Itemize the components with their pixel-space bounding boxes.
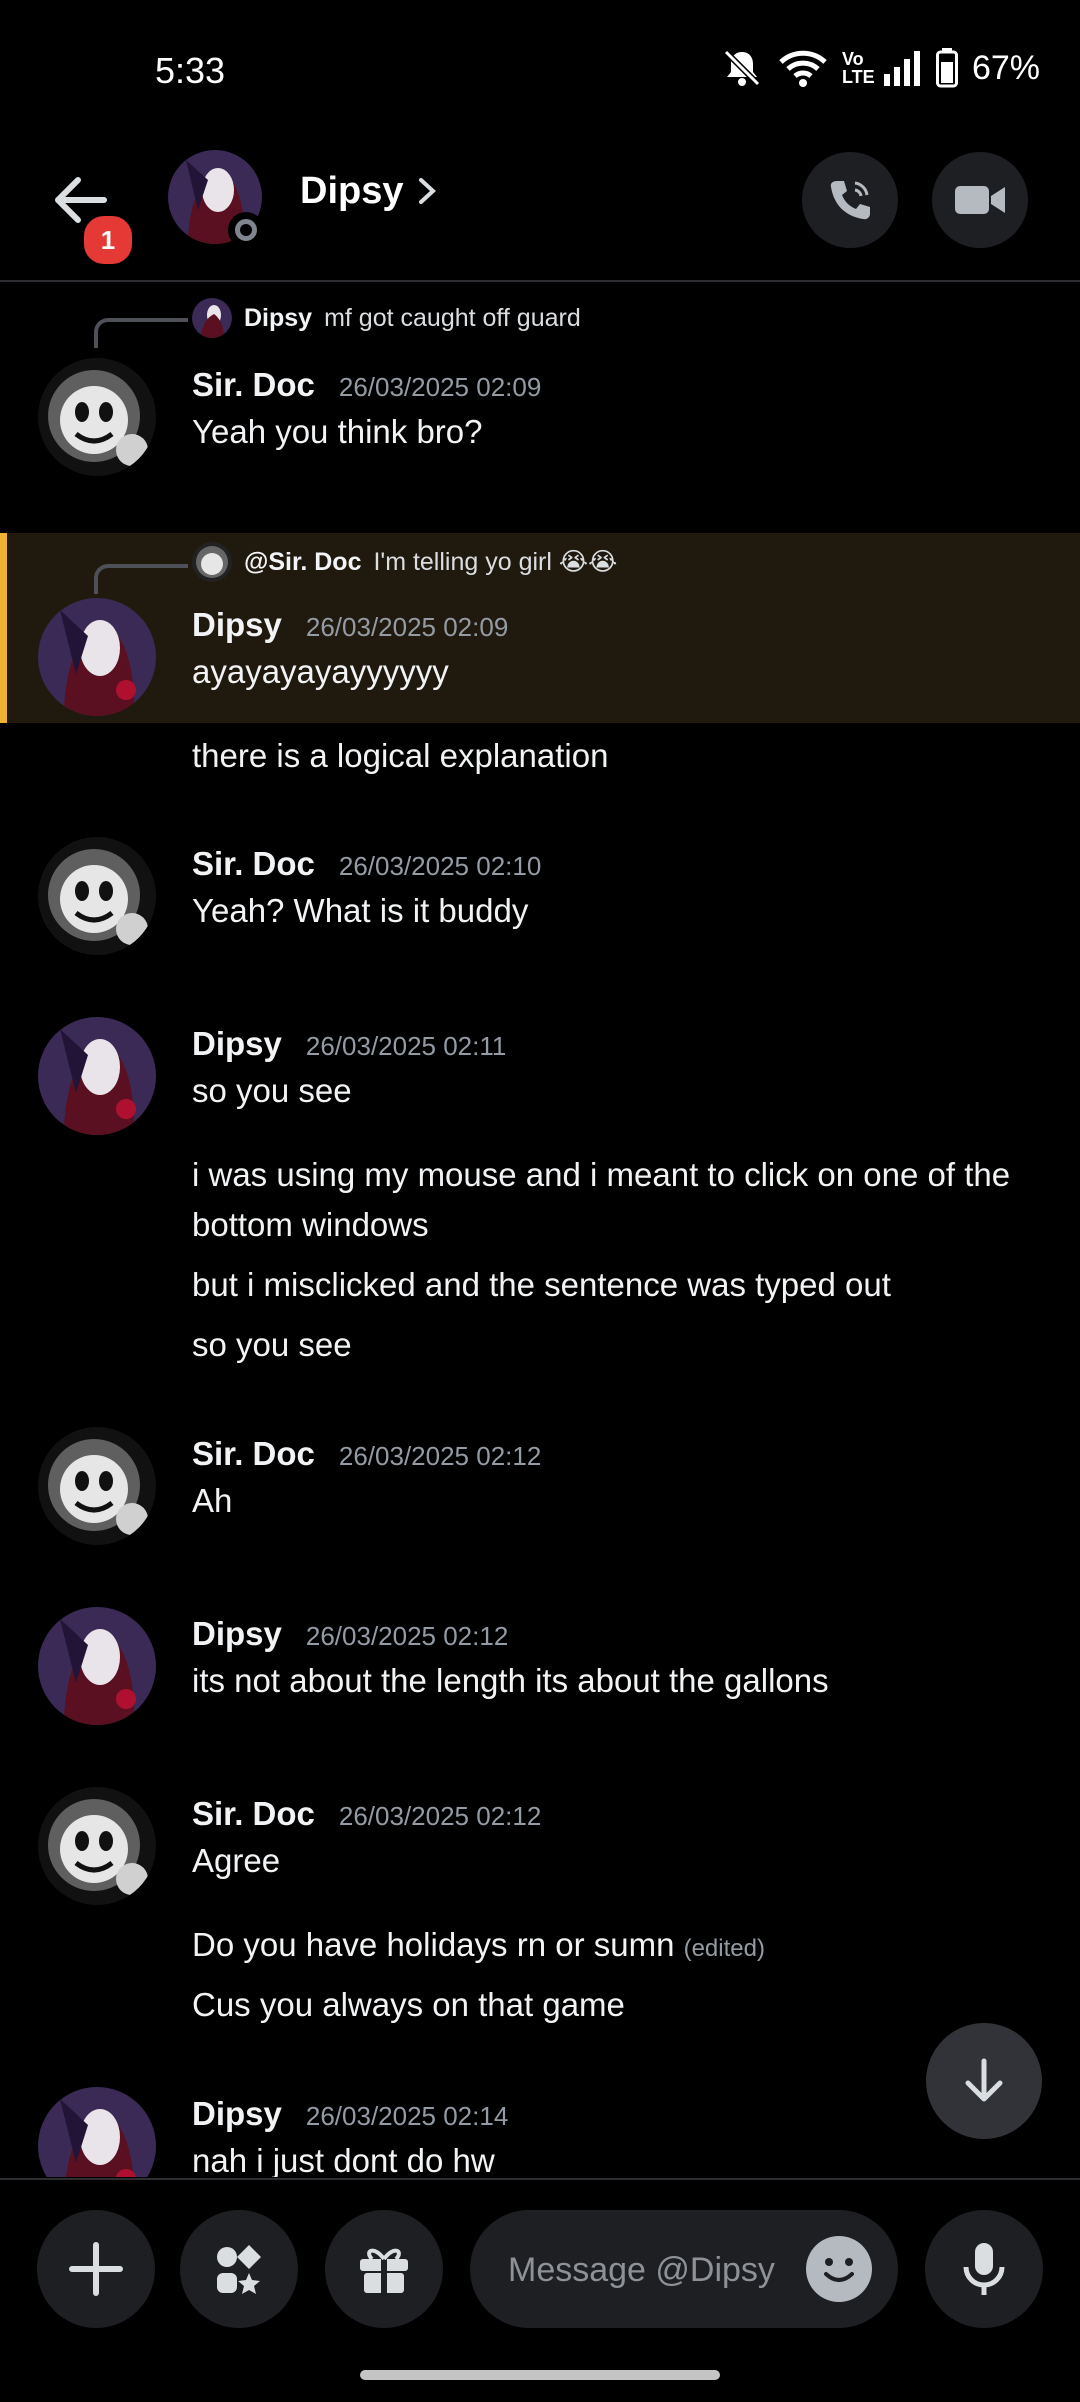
status-indicator xyxy=(228,212,264,248)
message-text: so you see xyxy=(192,1072,352,1109)
battery-percent: 67% xyxy=(971,48,1040,87)
reply-preview[interactable]: Dipsy mf got caught off guard xyxy=(192,298,581,338)
microphone-icon xyxy=(963,2243,1005,2295)
plus-icon xyxy=(69,2242,123,2296)
jump-to-bottom-button[interactable] xyxy=(926,2023,1042,2139)
message-text: i was using my mouse and i meant to clic… xyxy=(192,1156,1011,1243)
message-timestamp: 26/03/2025 02:14 xyxy=(305,2101,509,2131)
message-author[interactable]: Sir. Doc 26/03/2025 02:10 xyxy=(192,845,541,883)
message-text: Yeah you think bro? xyxy=(192,413,483,450)
message-text: Cus you always on that game xyxy=(192,1986,625,2023)
message-timestamp: 26/03/2025 02:11 xyxy=(305,1031,507,1061)
home-indicator[interactable] xyxy=(360,2370,720,2380)
apps-button[interactable] xyxy=(180,2210,298,2328)
message-text: but i misclicked and the sentence was ty… xyxy=(192,1266,891,1303)
message-input[interactable] xyxy=(506,2210,810,2330)
message-timestamp: 26/03/2025 02:10 xyxy=(338,851,542,881)
emoji-button[interactable] xyxy=(806,2236,872,2302)
edited-label: (edited) xyxy=(683,1935,765,1962)
emoji-icon xyxy=(824,2258,854,2282)
dipsy-avatar-image xyxy=(38,1017,156,1135)
reply-text: I'm telling yo girl 😭😭 xyxy=(373,548,618,576)
voice-message-button[interactable] xyxy=(925,2210,1043,2328)
message-author[interactable]: Sir. Doc 26/03/2025 02:12 xyxy=(192,1795,541,1833)
message-author[interactable]: Dipsy 26/03/2025 02:12 xyxy=(192,1615,508,1653)
message-list[interactable]: Dipsy mf got caught off guard Sir. Doc 26… xyxy=(0,282,1080,2177)
avatar[interactable] xyxy=(38,837,156,955)
reply-author: Dipsy xyxy=(244,303,313,332)
message-text: Yeah? What is it buddy xyxy=(192,892,529,929)
dipsy-avatar-image xyxy=(38,1607,156,1725)
volte-label: Vo LTE xyxy=(841,49,875,87)
reply-connector xyxy=(94,564,188,594)
mute-icon xyxy=(723,49,761,87)
avatar[interactable] xyxy=(38,1017,156,1135)
message-timestamp: 26/03/2025 02:09 xyxy=(305,612,509,642)
apps-icon xyxy=(217,2245,261,2294)
phone-icon xyxy=(830,181,870,220)
message-timestamp: 26/03/2025 02:12 xyxy=(338,1441,542,1471)
message-text: ayayayayayyyyyy xyxy=(192,653,449,690)
signal-icon xyxy=(883,51,920,86)
reply-preview[interactable]: @Sir. Doc I'm telling yo girl 😭😭 xyxy=(192,542,617,582)
message-text: its not about the length its about the g… xyxy=(192,1662,829,1699)
chat-header: 1 Dipsy xyxy=(0,140,1080,282)
sirdoc-avatar-image xyxy=(38,837,156,955)
voice-call-button[interactable] xyxy=(802,152,898,248)
message-author[interactable]: Dipsy 26/03/2025 02:11 xyxy=(192,1025,506,1063)
reply-avatar xyxy=(192,542,232,582)
sirdoc-avatar-image xyxy=(38,358,156,476)
avatar[interactable] xyxy=(38,1607,156,1725)
status-bar: 5:33 Vo LTE 67% xyxy=(0,0,1080,140)
message-input-container[interactable] xyxy=(470,2210,898,2330)
reply-avatar xyxy=(192,298,232,338)
avatar[interactable] xyxy=(38,1427,156,1545)
message-timestamp: 26/03/2025 02:12 xyxy=(338,1801,542,1831)
reply-text: mf got caught off guard xyxy=(324,303,581,332)
gift-icon xyxy=(360,2248,408,2293)
message-author[interactable]: Dipsy 26/03/2025 02:14 xyxy=(192,2095,508,2133)
sirdoc-avatar-image xyxy=(38,1787,156,1905)
message-timestamp: 26/03/2025 02:09 xyxy=(338,372,542,402)
reply-connector xyxy=(94,318,188,348)
message-author[interactable]: Sir. Doc 26/03/2025 02:09 xyxy=(192,366,541,404)
chat-title[interactable]: Dipsy xyxy=(300,170,403,213)
message-text: Ah xyxy=(192,1482,233,1519)
message-author[interactable]: Sir. Doc 26/03/2025 02:12 xyxy=(192,1435,541,1473)
wifi-icon xyxy=(779,50,827,87)
add-attachment-button[interactable] xyxy=(37,2210,155,2328)
avatar[interactable] xyxy=(38,358,156,476)
dipsy-avatar-image xyxy=(38,2087,156,2177)
message-timestamp: 26/03/2025 02:12 xyxy=(305,1621,509,1651)
video-camera-icon xyxy=(955,186,1005,214)
chevron-right-icon[interactable] xyxy=(414,176,440,206)
composer-bar xyxy=(0,2178,1080,2402)
gift-button[interactable] xyxy=(325,2210,443,2328)
message-text: there is a logical explanation xyxy=(192,737,609,774)
status-icons: Vo LTE 67% xyxy=(720,48,1040,88)
message-text: nah i just dont do hw xyxy=(192,2142,495,2177)
battery-icon xyxy=(935,48,958,88)
message-text: Do you have holidays rn or sumn (edited) xyxy=(192,1926,765,1963)
status-time: 5:33 xyxy=(155,50,226,91)
message-author[interactable]: Dipsy 26/03/2025 02:09 xyxy=(192,606,508,644)
sirdoc-avatar-image xyxy=(38,1427,156,1545)
reply-author: @Sir. Doc xyxy=(244,547,362,576)
dipsy-avatar-image xyxy=(38,598,156,716)
message-text: Agree xyxy=(192,1842,281,1879)
message-text: so you see xyxy=(192,1326,352,1363)
avatar[interactable] xyxy=(38,2087,156,2177)
notification-badge: 1 xyxy=(80,212,136,268)
arrow-down-icon xyxy=(965,2058,1003,2102)
video-call-button[interactable] xyxy=(932,152,1028,248)
avatar[interactable] xyxy=(38,598,156,716)
avatar[interactable] xyxy=(38,1787,156,1905)
